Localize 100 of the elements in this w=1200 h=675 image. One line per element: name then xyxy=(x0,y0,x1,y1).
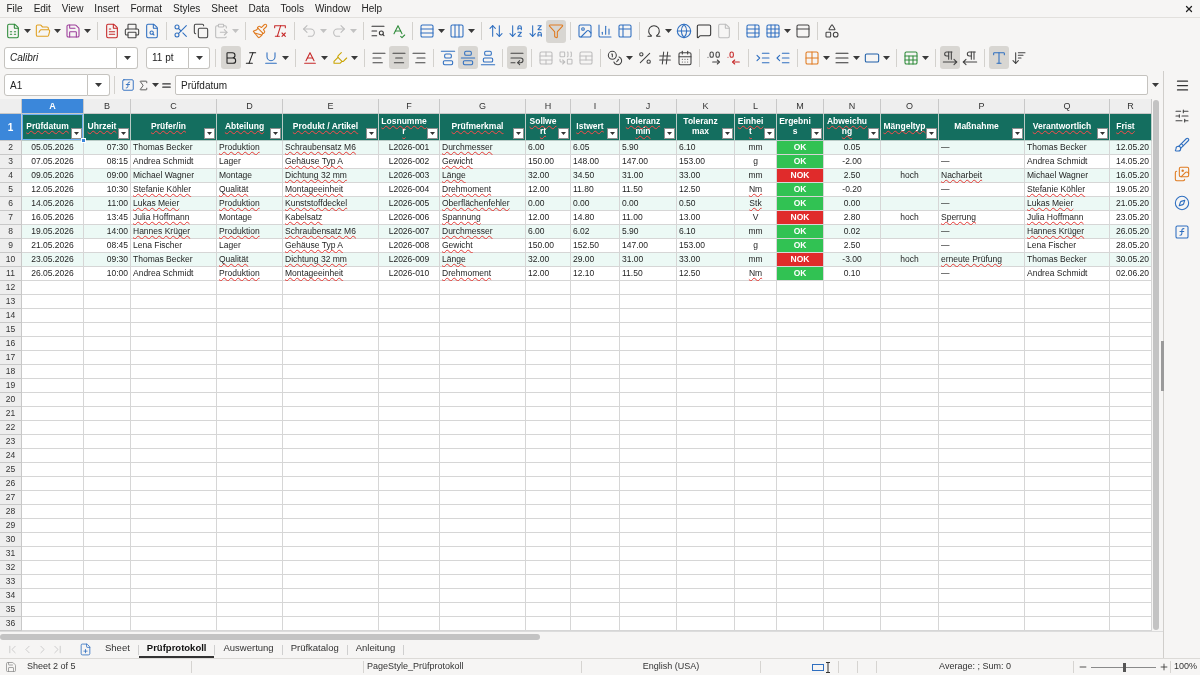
row-header[interactable]: 3 xyxy=(0,155,22,169)
column-header[interactable]: N xyxy=(824,99,881,114)
row-header[interactable]: 6 xyxy=(0,197,22,211)
filter-dropdown-button[interactable] xyxy=(764,128,775,139)
row-header[interactable]: 28 xyxy=(0,505,22,519)
filter-dropdown-button[interactable] xyxy=(722,128,733,139)
row-header[interactable]: 23 xyxy=(0,435,22,449)
row-header[interactable]: 17 xyxy=(0,351,22,365)
row-header[interactable]: 18 xyxy=(0,365,22,379)
align-center-button[interactable] xyxy=(389,46,409,69)
row-header[interactable]: 30 xyxy=(0,533,22,547)
sheet-tab[interactable]: Sheet xyxy=(97,641,138,658)
menu-item[interactable]: Styles xyxy=(167,0,206,17)
row-header[interactable]: 29 xyxy=(0,519,22,533)
row-header[interactable]: 21 xyxy=(0,407,22,421)
font-name-field[interactable]: Calibri xyxy=(4,46,117,69)
filter-dropdown-button[interactable] xyxy=(558,128,569,139)
menu-item[interactable]: File xyxy=(1,0,29,17)
menu-item[interactable]: Window xyxy=(309,0,356,17)
row-header[interactable]: 20 xyxy=(0,393,22,407)
row-header[interactable]: 19 xyxy=(0,379,22,393)
row-header[interactable]: 9 xyxy=(0,239,22,253)
row-header[interactable]: 14 xyxy=(0,309,22,323)
filter-dropdown-button[interactable] xyxy=(811,128,822,139)
row-header[interactable]: 31 xyxy=(0,547,22,561)
row-header[interactable]: 36 xyxy=(0,617,22,631)
column-header[interactable]: M xyxy=(777,99,824,114)
row-header[interactable]: 5 xyxy=(0,183,22,197)
cell-reference-dropdown-button[interactable] xyxy=(88,74,110,96)
column-header[interactable]: D xyxy=(217,99,283,114)
column-header[interactable]: A xyxy=(22,99,84,114)
menu-item[interactable]: Insert xyxy=(88,0,125,17)
column-header[interactable]: L xyxy=(735,99,777,114)
column-header[interactable]: F xyxy=(379,99,440,114)
filter-dropdown-button[interactable] xyxy=(71,128,82,139)
row-header[interactable]: 15 xyxy=(0,323,22,337)
menu-item[interactable]: Format xyxy=(124,0,168,17)
filter-dropdown-button[interactable] xyxy=(664,128,675,139)
cell-reference-field[interactable]: A1 xyxy=(4,74,88,96)
formula-input-field[interactable]: Prüfdatum xyxy=(175,75,1148,95)
filter-dropdown-button[interactable] xyxy=(926,128,937,139)
vertical-scrollbar[interactable] xyxy=(1153,100,1159,630)
left-to-right-button[interactable] xyxy=(940,46,960,69)
filter-dropdown-button[interactable] xyxy=(366,128,377,139)
column-header[interactable]: O xyxy=(881,99,939,114)
row-header[interactable]: 12 xyxy=(0,281,22,295)
bold-button[interactable] xyxy=(221,46,241,69)
row-header[interactable]: 8 xyxy=(0,225,22,239)
row-header[interactable]: 27 xyxy=(0,491,22,505)
row-header[interactable]: 34 xyxy=(0,589,22,603)
zoom-slider-thumb[interactable] xyxy=(1122,662,1126,672)
filter-dropdown-button[interactable] xyxy=(270,128,281,139)
column-header[interactable]: R xyxy=(1110,99,1152,114)
font-size-field[interactable]: 11 pt xyxy=(146,46,189,69)
filter-dropdown-button[interactable] xyxy=(204,128,215,139)
horizontal-scrollbar[interactable] xyxy=(0,633,540,640)
row-header[interactable]: 24 xyxy=(0,449,22,463)
column-header[interactable]: C xyxy=(131,99,217,114)
autofilter-button[interactable] xyxy=(546,19,566,43)
menu-item[interactable]: Help xyxy=(356,0,388,17)
stacked-text-button[interactable] xyxy=(989,46,1009,69)
row-header[interactable]: 35 xyxy=(0,603,22,617)
font-name-dropdown-button[interactable] xyxy=(117,46,138,69)
zoom-in-button[interactable] xyxy=(1159,662,1169,672)
menu-item[interactable]: Sheet xyxy=(205,0,243,17)
row-header[interactable]: 16 xyxy=(0,337,22,351)
sheet-tab[interactable]: Anleitung xyxy=(347,641,404,658)
filter-dropdown-button[interactable] xyxy=(118,128,129,139)
filter-dropdown-button[interactable] xyxy=(1097,128,1108,139)
menu-item[interactable]: Tools xyxy=(275,0,310,17)
column-header[interactable]: G xyxy=(440,99,526,114)
filter-dropdown-button[interactable] xyxy=(607,128,618,139)
menu-item[interactable]: View xyxy=(56,0,89,17)
menu-item[interactable]: Data xyxy=(242,0,276,17)
sidebar-collapse-handle[interactable] xyxy=(1161,341,1164,391)
filter-dropdown-button[interactable] xyxy=(513,128,524,139)
row-header[interactable]: 13 xyxy=(0,295,22,309)
row-header[interactable]: 25 xyxy=(0,463,22,477)
column-header[interactable]: J xyxy=(620,99,677,114)
select-all-corner[interactable] xyxy=(0,99,22,114)
column-header[interactable]: Q xyxy=(1025,99,1110,114)
row-header[interactable]: 4 xyxy=(0,169,22,183)
row-header[interactable]: 7 xyxy=(0,211,22,225)
row-header[interactable]: 22 xyxy=(0,421,22,435)
row-header[interactable]: 11 xyxy=(0,267,22,281)
column-header[interactable]: E xyxy=(283,99,379,114)
column-header[interactable]: B xyxy=(84,99,131,114)
column-header[interactable]: H xyxy=(526,99,571,114)
menu-item[interactable]: Edit xyxy=(28,0,57,17)
row-header[interactable]: 1 xyxy=(0,114,22,141)
wrap-text-button[interactable] xyxy=(507,46,527,69)
column-header[interactable]: P xyxy=(939,99,1025,114)
font-size-dropdown-button[interactable] xyxy=(189,46,210,69)
filter-dropdown-button[interactable] xyxy=(1012,128,1023,139)
sheet-tab[interactable]: Prüfprotokoll xyxy=(138,641,215,658)
sheet-tab[interactable]: Prüfkatalog xyxy=(282,641,347,658)
row-header[interactable]: 32 xyxy=(0,561,22,575)
row-header[interactable]: 2 xyxy=(0,141,22,155)
filter-dropdown-button[interactable] xyxy=(427,128,438,139)
fill-handle[interactable] xyxy=(81,138,86,143)
